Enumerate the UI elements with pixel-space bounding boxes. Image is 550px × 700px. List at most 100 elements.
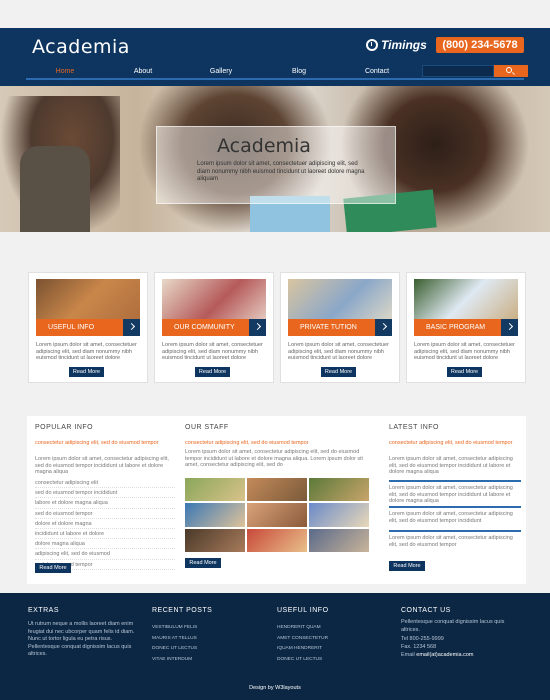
list-item[interactable]: dolore et dolore magna	[35, 519, 175, 529]
main-nav: Home About Gallery Blog Contact	[26, 64, 528, 78]
recent-posts-title: RECENT POSTS	[152, 607, 213, 614]
extras-text: Ut rutrum neque a mollis laoreet diam en…	[28, 621, 135, 657]
search-icon	[506, 67, 512, 73]
info-section: POPULAR INFO consectetur adipiscing elit…	[27, 416, 526, 584]
staff-photo[interactable]	[309, 503, 369, 527]
card-text: Lorem ipsum dolor sit amet, consectetuer…	[288, 342, 389, 361]
list-item[interactable]: incididunt ut labore et dolore	[35, 529, 175, 540]
chevron-right-icon[interactable]	[501, 319, 518, 336]
card-label[interactable]: USEFUL INFO	[36, 319, 123, 336]
popular-text: Lorem ipsum dolor sit amet, consectetur …	[35, 456, 169, 476]
hero-banner: Academia Lorem ipsum dolor sit amet, con…	[0, 86, 550, 232]
popular-list: consectetur adipiscing elit sed do eiusm…	[35, 478, 175, 570]
search-input[interactable]	[422, 65, 494, 77]
card-useful-info: USEFUL INFO Lorem ipsum dolor sit amet, …	[28, 272, 148, 383]
latest-title: LATEST INFO	[389, 424, 439, 431]
read-more-button[interactable]: Read More	[447, 367, 482, 377]
latest-subtitle[interactable]: consectetur adipiscing elit, sed do eius…	[389, 440, 521, 447]
useful-info-title: USEFUL INFO	[277, 607, 329, 614]
latest-item-text: Lorem ipsum dolor sit amet, consectetur …	[389, 511, 513, 524]
read-more-button[interactable]: Read More	[195, 367, 230, 377]
hero-text: Lorem ipsum dolor sit amet, consectetuer…	[197, 161, 365, 182]
footer-link[interactable]: DONEC UT LECTUS	[152, 644, 197, 655]
timings: Timings	[366, 38, 427, 52]
list-item[interactable]: labore et dolore magna aliqua	[35, 498, 175, 509]
list-item[interactable]: sed do eiusmod tempor incididunt	[35, 488, 175, 499]
footer-link[interactable]: MAURIS AT TELLUS	[152, 634, 197, 645]
list-item[interactable]: adipiscing elit, sed do eiusmod	[35, 549, 175, 560]
read-more-button[interactable]: Read More	[69, 367, 104, 377]
site-logo[interactable]: Academia	[32, 36, 130, 58]
staff-subtitle[interactable]: consectetur adipiscing elit, sed do eius…	[185, 440, 369, 447]
contact-title: CONTACT US	[401, 607, 451, 614]
copyright[interactable]: Design by W3layouts	[0, 685, 550, 691]
staff-gallery	[185, 478, 369, 552]
useful-info-list: HENDRERIT QUAM AMET CONSECTETUR IQUAM HE…	[277, 623, 328, 665]
contact-tel: Tel 800-255-9999	[401, 636, 444, 642]
footer-link[interactable]: HENDRERIT QUAM	[277, 623, 328, 634]
read-more-button[interactable]: Read More	[321, 367, 356, 377]
staff-text: Lorem ipsum dolor sit amet, consectetur …	[185, 449, 363, 469]
contact-details: Tel 800-255-9999 Fax. 1234 568 Email ema…	[401, 635, 473, 659]
staff-photo[interactable]	[185, 528, 245, 552]
hero-title: Academia	[217, 135, 311, 157]
card-text: Lorem ipsum dolor sit amet, consectetuer…	[162, 342, 263, 361]
read-more-button[interactable]: Read More	[185, 558, 221, 568]
list-item[interactable]: sed do eiusmod tempor	[35, 509, 175, 519]
latest-item: Lorem ipsum dolor sit amet, consectetur …	[389, 506, 521, 524]
hero-photo-backpack	[20, 146, 90, 232]
chevron-right-icon[interactable]	[123, 319, 140, 336]
recent-posts-list: VESTIBULUM FELIS MAURIS AT TELLUS DONEC …	[152, 623, 197, 665]
popular-title: POPULAR INFO	[35, 424, 94, 431]
nav-about[interactable]: About	[104, 68, 182, 75]
card-text: Lorem ipsum dolor sit amet, consectetuer…	[36, 342, 137, 361]
read-more-button[interactable]: Read More	[35, 563, 71, 573]
chevron-right-icon[interactable]	[249, 319, 266, 336]
nav-contact[interactable]: Contact	[338, 68, 416, 75]
list-item[interactable]: dolore magna aliqua	[35, 539, 175, 550]
card-our-community: OUR COMMUNITY Lorem ipsum dolor sit amet…	[154, 272, 274, 383]
nav-gallery[interactable]: Gallery	[182, 68, 260, 75]
latest-item: Lorem ipsum dolor sit amet, consectetur …	[389, 530, 521, 548]
timings-label: Timings	[381, 38, 427, 52]
footer-link[interactable]: VESTIBULUM FELIS	[152, 623, 197, 634]
footer-link[interactable]: VITAE INTERDUM	[152, 655, 197, 666]
card-label[interactable]: BASIC PROGRAM	[414, 319, 501, 336]
nav-blog[interactable]: Blog	[260, 68, 338, 75]
staff-photo[interactable]	[247, 503, 307, 527]
card-label[interactable]: PRIVATE TUTION	[288, 319, 375, 336]
latest-item-text: Lorem ipsum dolor sit amet, consectetur …	[389, 485, 513, 505]
read-more-button[interactable]: Read More	[389, 561, 425, 571]
divider	[389, 480, 521, 482]
latest-item: Lorem ipsum dolor sit amet, consectetur …	[389, 480, 521, 505]
contact-email-label: Email	[401, 652, 415, 658]
card-private-tution: PRIVATE TUTION Lorem ipsum dolor sit ame…	[280, 272, 400, 383]
phone-number: (800) 234-5678	[436, 37, 524, 53]
popular-subtitle[interactable]: consectetur adipiscing elit, sed do eius…	[35, 440, 175, 447]
staff-photo[interactable]	[309, 478, 369, 502]
latest-item-text: Lorem ipsum dolor sit amet, consectetur …	[389, 535, 513, 548]
footer-link[interactable]: DONEC UT LECTUS	[277, 655, 328, 666]
staff-photo[interactable]	[185, 478, 245, 502]
footer-link[interactable]: IQUAM HENDRERIT	[277, 644, 328, 655]
extras-title: EXTRAS	[28, 607, 60, 614]
nav-home[interactable]: Home	[26, 68, 104, 75]
staff-photo[interactable]	[247, 478, 307, 502]
card-text: Lorem ipsum dolor sit amet, consectetuer…	[414, 342, 515, 361]
list-item[interactable]: consectetur adipiscing elit	[35, 478, 175, 489]
footer-link[interactable]: AMET CONSECTETUR	[277, 634, 328, 645]
latest-item: Lorem ipsum dolor sit amet, consectetur …	[389, 456, 521, 476]
search-button[interactable]	[494, 65, 528, 77]
chevron-right-icon[interactable]	[375, 319, 392, 336]
card-basic-program: BASIC PROGRAM Lorem ipsum dolor sit amet…	[406, 272, 526, 383]
clock-icon	[366, 39, 378, 51]
staff-photo[interactable]	[185, 503, 245, 527]
hero-caption: Academia Lorem ipsum dolor sit amet, con…	[156, 126, 396, 204]
card-label[interactable]: OUR COMMUNITY	[162, 319, 249, 336]
contact-email-link[interactable]: email(at)academia.com	[416, 652, 473, 658]
staff-photo[interactable]	[309, 528, 369, 552]
divider	[389, 506, 521, 508]
staff-title: OUR STAFF	[185, 424, 229, 431]
latest-item-text: Lorem ipsum dolor sit amet, consectetur …	[389, 456, 513, 476]
staff-photo[interactable]	[247, 528, 307, 552]
